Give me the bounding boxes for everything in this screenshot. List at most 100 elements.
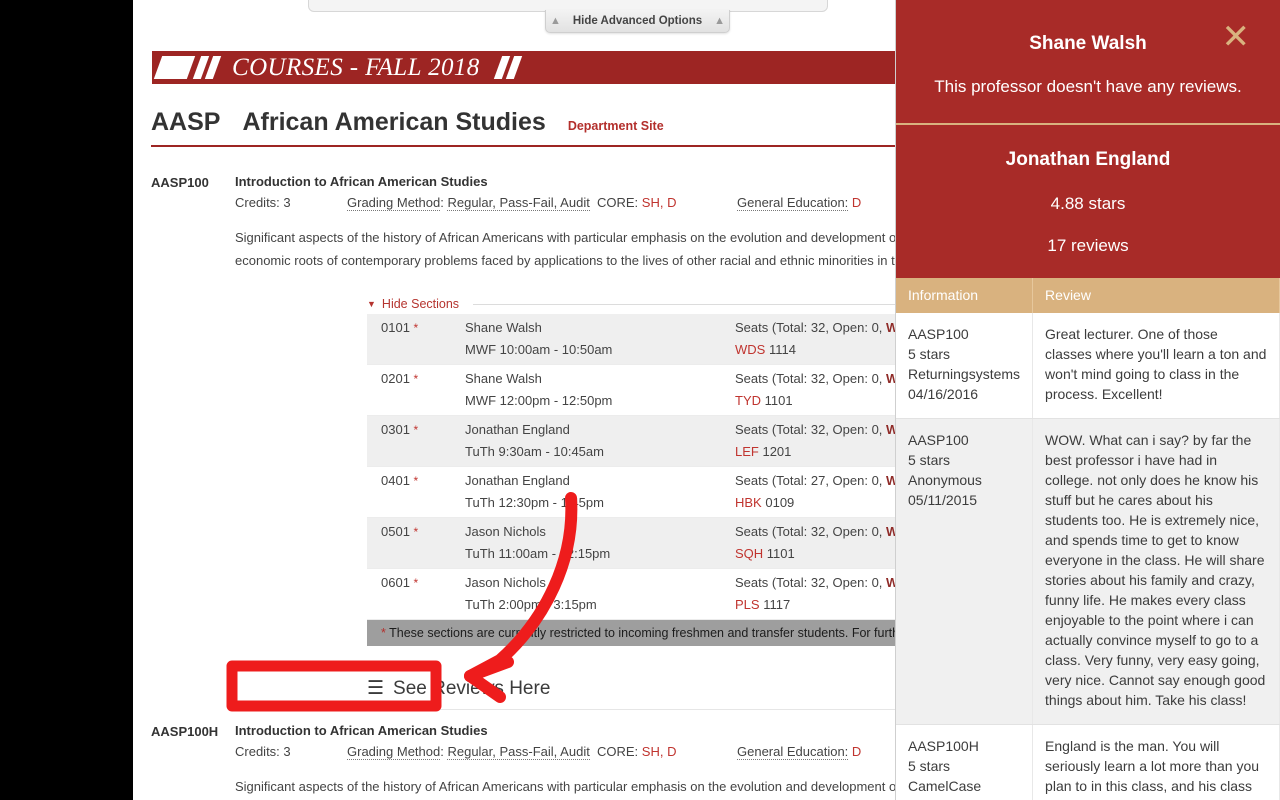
seats-prefix: Seats (Total: 32, Open: 0,	[735, 320, 883, 335]
grading-method-value: Regular, Pass-Fail, Audit	[447, 195, 590, 211]
restricted-star-icon: *	[413, 525, 419, 539]
table-row: AASP100H 5 stars CamelCase 03/24/2015 En…	[896, 724, 1280, 800]
restricted-star-icon: *	[413, 576, 419, 590]
see-reviews-label: See Reviews Here	[393, 677, 551, 699]
section-number: 0101 *	[367, 320, 465, 364]
section-number-value: 0501	[381, 524, 410, 539]
review-text-cell: Great lecturer. One of those classes whe…	[1032, 313, 1280, 419]
course-core: CORE: SH, D	[597, 744, 737, 759]
section-number-value: 0601	[381, 575, 410, 590]
course-core: CORE: SH, D	[597, 195, 737, 210]
section-number: 0601 *	[367, 575, 465, 619]
column-header-information: Information	[896, 278, 1034, 313]
room-building-code[interactable]: PLS	[735, 597, 760, 612]
triangle-down-icon: ▼	[367, 298, 376, 309]
review-course: AASP100H	[908, 738, 979, 754]
banner-title: COURSES - FALL 2018	[232, 53, 480, 81]
section-number: 0401 *	[367, 473, 465, 517]
course-id: AASP100H	[151, 724, 219, 739]
section-instructor[interactable]: Jonathan England	[465, 422, 735, 437]
gened-value[interactable]: D	[852, 744, 861, 759]
seats-prefix: Seats (Total: 32, Open: 0,	[735, 422, 883, 437]
section-instructor[interactable]: Jason Nichols	[465, 524, 735, 539]
professor-review-count: 17 reviews	[1047, 236, 1129, 255]
room-number: 0109	[765, 495, 795, 510]
review-info-cell: AASP100 5 stars Returningsystems 04/16/2…	[896, 313, 1034, 419]
close-icon[interactable]: ✕	[1222, 20, 1251, 54]
review-stars: 5 stars	[908, 346, 951, 362]
section-meeting-time: MWF 12:00pm - 12:50pm	[465, 393, 613, 408]
review-stars: 5 stars	[908, 452, 951, 468]
seats-prefix: Seats (Total: 27, Open: 0,	[735, 473, 883, 488]
room-building-code[interactable]: LEF	[735, 444, 759, 459]
review-text-cell: England is the man. You will seriously l…	[1032, 724, 1280, 800]
section-number: 0301 *	[367, 422, 465, 466]
section-instructor[interactable]: Jonathan England	[465, 473, 735, 488]
section-meeting-time: TuTh 11:00am - 12:15pm	[465, 546, 611, 561]
core-label: CORE:	[597, 744, 639, 759]
review-date: 05/11/2015	[908, 492, 978, 508]
course-credits: Credits: 3	[235, 744, 291, 759]
grading-method-label[interactable]: Grading Method	[347, 195, 441, 211]
reviews-table-header-row: Information Review	[896, 278, 1280, 313]
left-black-gutter	[0, 0, 133, 800]
gened-label[interactable]: General Education:	[737, 195, 849, 211]
core-label: CORE:	[597, 195, 639, 210]
restricted-star-icon: *	[381, 626, 386, 640]
banner-slash-logo-right	[492, 51, 538, 84]
hide-advanced-options-button[interactable]: ▲ Hide Advanced Options ▲	[545, 10, 730, 33]
column-header-review: Review	[1032, 278, 1280, 313]
section-instructor-cell: Jason Nichols TuTh 2:00pm - 3:15pm	[465, 575, 735, 619]
gened-label[interactable]: General Education:	[737, 744, 849, 760]
room-building-code[interactable]: WDS	[735, 342, 765, 357]
section-instructor[interactable]: Jason Nichols	[465, 575, 735, 590]
chevron-up-icon-right: ▲	[714, 14, 726, 27]
hide-advanced-options-label: Hide Advanced Options	[572, 15, 703, 27]
section-instructor-cell: Jonathan England TuTh 12:30pm - 1:45pm	[465, 473, 735, 517]
section-number: 0201 *	[367, 371, 465, 415]
professor-reviews-overlay: ✕ Shane Walsh This professor doesn't hav…	[895, 0, 1280, 800]
department-site-link[interactable]: Department Site	[568, 119, 664, 133]
room-building-code[interactable]: TYD	[735, 393, 761, 408]
section-meeting-time: MWF 10:00am - 10:50am	[465, 342, 613, 357]
review-author: Returningsystems	[908, 366, 1021, 382]
room-number: 1101	[766, 546, 795, 561]
course-gened: General Education: D	[737, 744, 861, 760]
section-instructor-cell: Shane Walsh MWF 12:00pm - 12:50pm	[465, 371, 735, 415]
section-number-value: 0301	[381, 422, 410, 437]
department-name: African American Studies	[242, 108, 546, 136]
course-gened: General Education: D	[737, 195, 861, 211]
course-grading-method: Grading Method: Regular, Pass-Fail, Audi…	[347, 744, 590, 760]
gened-value[interactable]: D	[852, 195, 861, 210]
grading-method-label[interactable]: Grading Method	[347, 744, 441, 760]
room-number: 1101	[764, 393, 793, 408]
review-text-cell: WOW. What can i say? by far the best pro…	[1032, 418, 1280, 725]
review-info-cell: AASP100H 5 stars CamelCase 03/24/2015	[896, 724, 1034, 800]
section-instructor[interactable]: Shane Walsh	[465, 320, 735, 335]
professor-name: Jonathan England	[1005, 149, 1171, 170]
room-number: 1117	[763, 597, 791, 612]
professor-rating: 4.88 stars	[1050, 194, 1126, 213]
room-building-code[interactable]: SQH	[735, 546, 763, 561]
restricted-star-icon: *	[413, 321, 419, 335]
restricted-star-icon: *	[413, 474, 419, 488]
course-id: AASP100	[151, 175, 209, 190]
section-number-value: 0101	[381, 320, 410, 335]
restricted-star-icon: *	[413, 423, 419, 437]
section-instructor-cell: Jonathan England TuTh 9:30am - 10:45am	[465, 422, 735, 466]
review-author: Anonymous	[908, 472, 982, 488]
core-value[interactable]: SH, D	[642, 195, 677, 210]
review-date: 04/16/2016	[908, 386, 979, 402]
section-number-value: 0201	[381, 371, 410, 386]
section-meeting-time: TuTh 12:30pm - 1:45pm	[465, 495, 604, 510]
seats-prefix: Seats (Total: 32, Open: 0,	[735, 371, 883, 386]
core-value[interactable]: SH, D	[642, 744, 677, 759]
hamburger-icon: ☰	[367, 678, 385, 699]
room-building-code[interactable]: HBK	[735, 495, 762, 510]
professor-with-reviews-block: Jonathan England 4.88 stars 17 reviews	[896, 125, 1280, 278]
room-number: 1114	[768, 342, 796, 357]
room-number: 1201	[762, 444, 792, 459]
section-meeting-time: TuTh 2:00pm - 3:15pm	[465, 597, 597, 612]
section-instructor[interactable]: Shane Walsh	[465, 371, 735, 386]
review-stars: 5 stars	[908, 758, 951, 774]
